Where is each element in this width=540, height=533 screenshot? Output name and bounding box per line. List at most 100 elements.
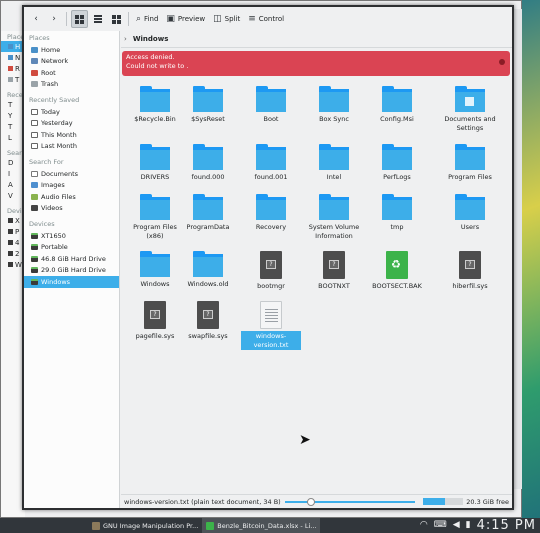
file-label: $SysReset [191,115,225,123]
chevron-left-icon: ‹ [34,13,38,24]
folder-icon [319,86,349,112]
unknown-file-icon: ? [459,251,481,279]
file-label: Program Files (x86) [133,223,177,240]
sidebar-item-audio[interactable]: Audio Files [24,191,119,203]
file-item[interactable]: ♻ BOOTSECT.BAK [368,251,426,291]
file-item[interactable]: Config.Msi [368,86,426,124]
file-item[interactable]: ProgramData [179,194,237,232]
taskbar: GNU Image Manipulation Pr... Benzle_Bitc… [0,518,540,533]
clock[interactable]: 4:15 PM [477,518,536,533]
file-item[interactable]: $SysReset [179,86,237,124]
root-folder-icon [31,69,38,76]
file-item[interactable]: $Recycle.Bin [126,86,184,124]
file-label: Windows.old [187,280,229,288]
compact-view-button[interactable] [90,10,106,28]
sidebar-item-last-month[interactable]: Last Month [24,141,119,153]
free-space-indicator: 20.3 GiB free [423,498,509,506]
file-item[interactable]: windows-version.txt [241,301,301,350]
sidebar-item-portable[interactable]: Portable [24,242,119,254]
zoom-slider-handle[interactable] [307,497,316,506]
split-button[interactable]: ◫ Split [210,10,243,28]
file-item[interactable]: Windows.old [179,251,237,289]
wifi-icon[interactable]: ◠ [420,521,428,530]
file-label: pagefile.sys [135,332,175,340]
video-icon [31,205,38,212]
sidebar-item-trash[interactable]: Trash [24,79,119,91]
file-item[interactable]: ? hiberfil.sys [441,251,499,291]
sidebar-item-documents[interactable]: Documents [24,168,119,180]
file-item[interactable]: found.000 [179,144,237,182]
sidebar-item-29gib-drive[interactable]: 29.0 GiB Hard Drive [24,265,119,277]
file-label: found.000 [191,173,225,181]
file-label: Boot [263,115,279,123]
sidebar-item-home[interactable]: Home [24,44,119,56]
file-item[interactable]: PerfLogs [368,144,426,182]
sidebar-item-this-month[interactable]: This Month [24,129,119,141]
find-button[interactable]: ⌕ Find [133,10,161,28]
volume-icon[interactable]: ◀ [453,521,460,530]
file-label: BOOTSECT.BAK [372,282,422,290]
status-bar: windows-version.txt (plain text document… [121,494,512,508]
unknown-file-icon: ? [323,251,345,279]
hamburger-menu-icon: ≡ [248,13,256,24]
keyboard-icon[interactable]: ⌨ [434,521,447,530]
calendar-icon [31,120,38,127]
file-item[interactable]: Program Files [441,144,499,182]
file-item[interactable]: Program Files (x86) [126,194,184,240]
file-item[interactable]: ? BOOTNXT [305,251,363,291]
file-label: Config.Msi [380,115,414,123]
battery-icon[interactable]: ▮ [466,521,471,530]
file-item[interactable]: System Volume Information [305,194,363,240]
sidebar-item-windows[interactable]: Windows [24,276,119,288]
file-item[interactable]: Intel [305,144,363,182]
document-icon [31,170,38,177]
control-menu-button[interactable]: ≡ Control [245,10,287,28]
details-view-button[interactable] [108,10,124,28]
file-label: swapfile.sys [188,332,228,340]
sidebar-item-yesterday[interactable]: Yesterday [24,118,119,130]
file-label: BOOTNXT [318,282,350,290]
taskbar-item-spreadsheet[interactable]: Benzle_Bitcoin_Data.xlsx - Li... [202,518,321,533]
folder-icon [140,251,170,277]
file-item[interactable]: Windows [126,251,184,289]
file-label: ProgramData [186,223,230,231]
forward-button[interactable]: › [46,10,62,28]
compact-view-icon [94,14,102,24]
unknown-file-icon: ? [197,301,219,329]
file-label: windows-version.txt [241,331,301,350]
folder-icon [319,194,349,220]
free-space-label: 20.3 GiB free [466,497,509,506]
file-item[interactable]: Recovery [242,194,300,232]
file-label: tmp [390,223,404,231]
file-item[interactable]: tmp [368,194,426,232]
back-button[interactable]: ‹ [28,10,44,28]
taskbar-item-gimp[interactable]: GNU Image Manipulation Pr... [88,518,202,533]
preview-button[interactable]: ▣ Preview [163,10,208,28]
spreadsheet-icon [206,521,215,530]
details-view-icon [111,14,121,24]
dolphin-window[interactable]: ‹ › ⌕ Find ▣ Preview ◫ Split ≡ Control P… [22,5,514,510]
sidebar-item-images[interactable]: Images [24,180,119,192]
image-icon [31,182,38,189]
file-item[interactable]: Boot [242,86,300,124]
sidebar-item-root[interactable]: Root [24,67,119,79]
file-item[interactable]: DRIVERS [126,144,184,182]
sidebar-item-videos[interactable]: Videos [24,203,119,215]
folder-icon [455,144,485,170]
file-item[interactable]: ? bootmgr [242,251,300,291]
folder-icon [455,86,485,112]
sidebar-item-46gib-drive[interactable]: 46.8 GiB Hard Drive [24,253,119,265]
file-item[interactable]: found.001 [242,144,300,182]
home-icon [31,46,38,53]
file-item[interactable]: ? swapfile.sys [179,301,237,341]
file-label: $Recycle.Bin [134,115,176,123]
file-item[interactable]: ? pagefile.sys [126,301,184,341]
file-item[interactable]: Box Sync [305,86,363,124]
file-item[interactable]: Users [441,194,499,232]
zoom-slider[interactable] [285,497,416,507]
sidebar-item-network[interactable]: Network [24,56,119,68]
file-item[interactable]: Documents and Settings [441,86,499,132]
icons-view-button[interactable] [71,10,88,28]
sidebar-item-today[interactable]: Today [24,106,119,118]
sidebar-item-xt1650[interactable]: XT1650 [24,230,119,242]
